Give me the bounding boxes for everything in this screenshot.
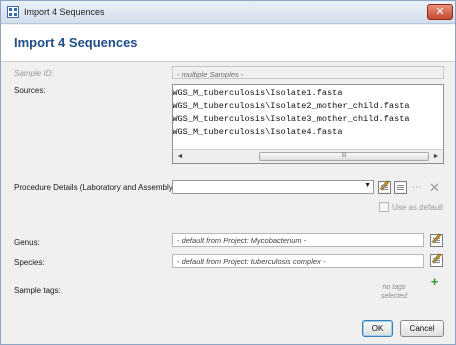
close-button[interactable]: ✕ [427,4,453,20]
species-field[interactable]: - default from Project: tuberculosis com… [172,254,424,268]
sources-label: Sources: [14,86,46,95]
pencil-icon [431,233,442,244]
pencil-icon [379,180,390,191]
genus-label: Genus: [14,238,40,247]
source-line: s_WGS_M_tuberculosis\Isolate1.fasta [172,88,343,98]
sample-id-label: Sample ID: [14,69,54,78]
import-sequences-dialog: Import 4 Sequences ✕ Import 4 Sequences … [0,0,456,345]
genus-field[interactable]: - default from Project: Mycobacterium - [172,233,424,247]
new-procedure-icon[interactable] [394,181,407,194]
edit-procedure-icon[interactable] [378,180,391,194]
pencil-icon [431,253,442,264]
sources-list: s_WGS_M_tuberculosis\Isolate1.fasta s_WGS… [173,87,410,139]
remove-icon[interactable]: ✕ [428,181,441,194]
title-bar[interactable]: Import 4 Sequences ✕ [1,1,455,24]
source-line: s_WGS_M_tuberculosis\Isolate4.fasta [172,127,343,137]
procedure-label: Procedure Details (Laboratory and Assemb… [14,183,178,192]
use-as-default-label: Use as default [392,203,444,212]
dialog-header: Import 4 Sequences [1,25,455,62]
scrollbar-thumb[interactable]: III [259,152,429,161]
horizontal-scrollbar[interactable]: ◄ III ► [173,149,443,163]
sources-textarea[interactable]: s_WGS_M_tuberculosis\Isolate1.fasta s_WGS… [172,84,444,164]
no-tags-line2: selected [380,293,408,300]
window-title: Import 4 Sequences [24,7,105,17]
link-procedure-icon[interactable]: ⋯ [410,181,423,194]
scroll-right-icon[interactable]: ► [429,150,443,163]
species-label: Species: [14,258,45,267]
no-tags-text: no tags selected [374,283,414,301]
no-tags-line1: no tags [382,284,406,291]
add-tag-icon[interactable]: + [428,275,441,289]
page-title: Import 4 Sequences [14,35,138,50]
chevron-down-icon[interactable]: ▼ [364,182,371,189]
sample-tags-label: Sample tags: [14,286,61,295]
sample-id-field: - multiple Samples - [172,66,444,79]
procedure-select[interactable]: ▼ [172,180,374,194]
scroll-left-icon[interactable]: ◄ [173,150,187,163]
app-grid-icon [7,6,19,18]
source-line: s_WGS_M_tuberculosis\Isolate2_mother_chi… [172,101,410,111]
edit-genus-icon[interactable] [430,233,443,247]
edit-species-icon[interactable] [430,253,443,267]
cancel-button[interactable]: Cancel [400,320,444,337]
use-as-default-checkbox[interactable] [379,202,389,212]
source-line: s_WGS_M_tuberculosis\Isolate3_mother_chi… [172,114,410,124]
ok-button[interactable]: OK [362,320,393,337]
